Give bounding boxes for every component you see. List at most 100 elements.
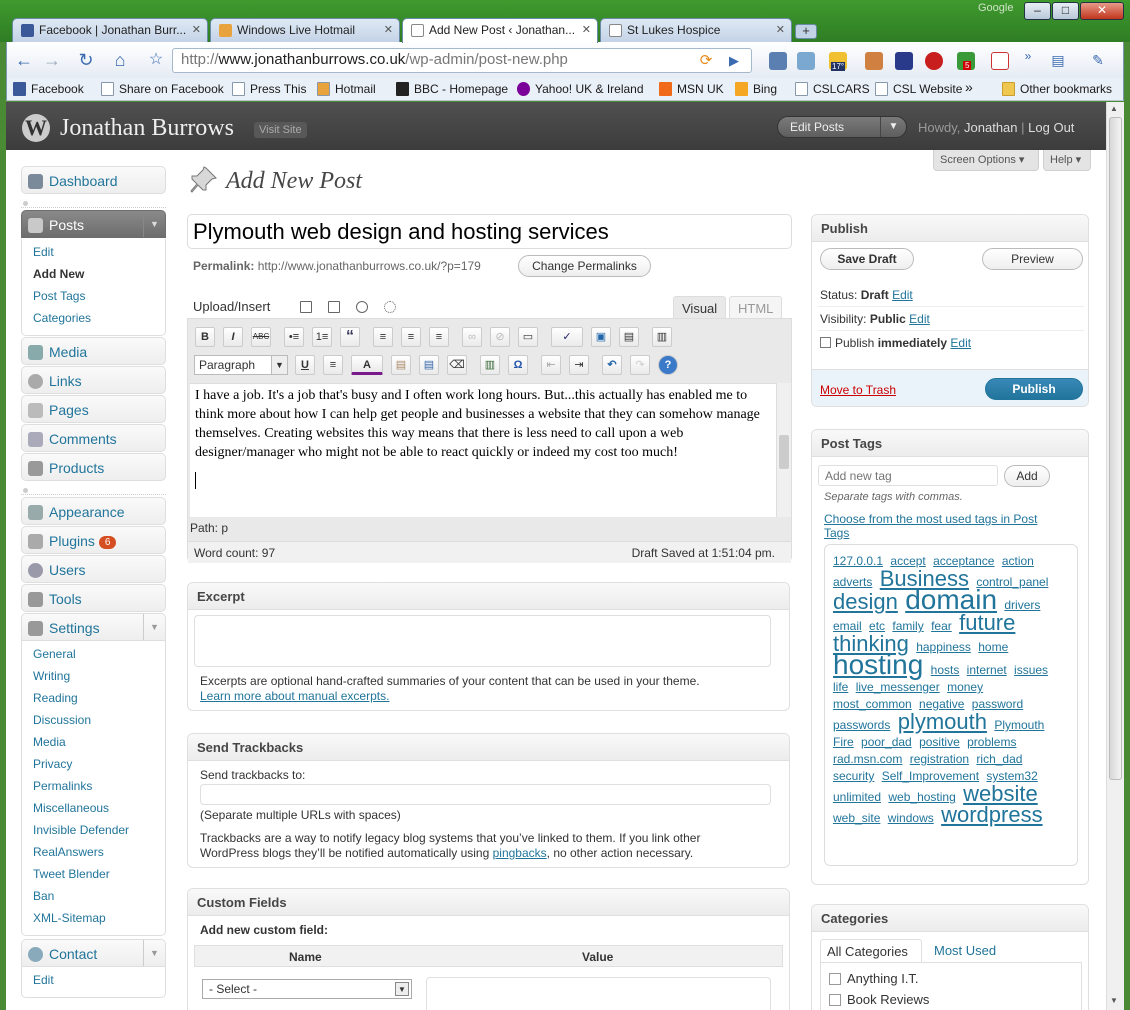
wrench-menu-icon[interactable]: ✎ [1087, 50, 1109, 72]
site-name[interactable]: Jonathan Burrows [60, 115, 234, 142]
tag-cloud-link[interactable]: problems [967, 735, 1016, 749]
tag-cloud-link[interactable]: wordpress [941, 802, 1042, 827]
numbered-list-button[interactable]: 1≡ [312, 327, 332, 347]
submenu-writing[interactable]: Writing [22, 667, 165, 689]
custom-fields-box-title[interactable]: Custom Fields [188, 889, 789, 916]
close-tab-icon[interactable]: ✕ [776, 23, 785, 36]
bold-button[interactable]: B [195, 327, 215, 347]
tag-cloud-link[interactable]: positive [919, 735, 960, 749]
tag-cloud-link[interactable]: future [959, 610, 1015, 635]
submenu-edit[interactable]: Edit [22, 243, 165, 265]
choose-most-used-tags-link[interactable]: Choose from the most used tags in Post Ta… [824, 512, 1037, 540]
new-tab-button[interactable]: + [795, 24, 817, 39]
tab-hotmail[interactable]: Windows Live Hotmail ✕ [210, 18, 400, 42]
submenu-add-new[interactable]: Add New [22, 265, 165, 287]
special-character-button[interactable]: Ω [508, 355, 528, 375]
trackbacks-input[interactable] [200, 784, 771, 805]
excerpt-learn-more-link[interactable]: Learn more about manual excerpts. [200, 689, 389, 703]
insert-table-button[interactable]: ▥ [652, 327, 672, 347]
chevron-down-icon[interactable]: ▼ [143, 940, 165, 966]
tag-cloud-link[interactable]: plymouth [898, 709, 987, 734]
outdent-button[interactable]: ⇤ [541, 355, 561, 375]
close-tab-icon[interactable]: ✕ [384, 23, 393, 36]
post-title-input[interactable]: Plymouth web design and hosting services [187, 214, 792, 249]
more-extensions-icon[interactable]: » [1017, 46, 1039, 68]
menu-media[interactable]: Media [21, 337, 166, 365]
address-bar[interactable]: http://www.jonathanburrows.co.uk/wp-admi… [172, 48, 752, 73]
extension-icon[interactable] [895, 52, 913, 70]
kitchen-sink-button[interactable]: ▤ [619, 327, 639, 347]
editor-scrollbar[interactable] [776, 383, 791, 517]
add-video-icon[interactable] [328, 301, 340, 313]
menu-users[interactable]: Users [21, 555, 166, 583]
tag-cloud-link[interactable]: action [1002, 554, 1034, 568]
add-image-icon[interactable] [300, 301, 312, 313]
menu-appearance[interactable]: Appearance [21, 497, 166, 525]
insert-link-button[interactable]: ∞ [462, 327, 482, 347]
tag-cloud-link[interactable]: happiness [916, 640, 971, 654]
paste-text-button[interactable]: ▤ [391, 355, 411, 375]
edit-status-link[interactable]: Edit [892, 288, 913, 302]
extension-screen-icon[interactable] [797, 52, 815, 70]
menu-contact[interactable]: Contact ▼ [21, 939, 166, 967]
submenu-privacy[interactable]: Privacy [22, 755, 165, 777]
menu-dashboard[interactable]: Dashboard [21, 166, 166, 194]
tag-cloud-link[interactable]: adverts [833, 575, 872, 589]
tag-cloud-link[interactable]: unlimited [833, 790, 881, 804]
unlink-button[interactable]: ⊘ [490, 327, 510, 347]
extension-page-icon[interactable] [769, 52, 787, 70]
post-tags-box-title[interactable]: Post Tags [812, 430, 1088, 457]
submenu-categories[interactable]: Categories [22, 309, 165, 331]
tab-all-categories[interactable]: All Categories [820, 939, 922, 963]
excerpt-textarea[interactable] [194, 615, 771, 667]
checkbox[interactable] [829, 973, 841, 985]
page-menu-icon[interactable]: ▤ [1047, 50, 1069, 72]
bookmark-cslcars[interactable]: CSLCARS [795, 82, 870, 96]
fullscreen-button[interactable]: ▣ [591, 327, 611, 347]
tag-cloud-link[interactable]: windows [888, 811, 934, 825]
bookmark-press-this[interactable]: Press This [232, 82, 306, 96]
submenu-post-tags[interactable]: Post Tags [22, 287, 165, 309]
gmail-icon[interactable] [991, 52, 1009, 70]
move-to-trash-link[interactable]: Move to Trash [820, 383, 896, 397]
bookmark-facebook[interactable]: Facebook [13, 82, 84, 96]
tag-cloud-link[interactable]: live_messenger [856, 680, 940, 694]
close-window-button[interactable]: ✕ [1080, 2, 1124, 20]
menu-comments[interactable]: Comments [21, 424, 166, 452]
favorite-actions-dropdown[interactable]: Edit Posts ▼ [777, 116, 907, 138]
tag-cloud-link[interactable]: design [833, 589, 898, 614]
bookmark-yahoo[interactable]: Yahoo! UK & Ireland [517, 82, 644, 96]
submenu-invisible-defender[interactable]: Invisible Defender [22, 821, 165, 843]
custom-field-select[interactable]: - Select - ▼ [202, 979, 412, 999]
tab-st-lukes[interactable]: St Lukes Hospice ✕ [600, 18, 792, 42]
spellcheck-button[interactable]: ✓ [551, 327, 583, 347]
tag-cloud-link[interactable]: fear [931, 619, 952, 633]
submenu-media[interactable]: Media [22, 733, 165, 755]
paste-word-button[interactable]: ▤ [419, 355, 439, 375]
tag-cloud-link[interactable]: life [833, 680, 848, 694]
tab-add-new-post[interactable]: Add New Post ‹ Jonathan... ✕ [402, 18, 598, 43]
menu-links[interactable]: Links [21, 366, 166, 394]
tag-cloud-link[interactable]: web_site [833, 811, 880, 825]
menu-posts[interactable]: Posts ▼ [21, 210, 166, 238]
page-scrollbar[interactable]: ▲ ▼ [1106, 102, 1124, 1010]
add-audio-icon[interactable] [356, 301, 368, 313]
insert-media-button[interactable]: ▥ [480, 355, 500, 375]
editor-content-area[interactable]: I have a job. It's a job that's busy and… [190, 383, 790, 517]
pingbacks-link[interactable]: pingbacks [493, 846, 547, 860]
italic-button[interactable]: I [223, 327, 243, 347]
tag-cloud-link[interactable]: hosting [833, 649, 923, 680]
bookmark-bing[interactable]: Bing [735, 82, 777, 96]
blockquote-button[interactable]: “ [340, 327, 360, 347]
align-left-button[interactable]: ≡ [373, 327, 393, 347]
custom-field-value-input[interactable] [426, 977, 771, 1010]
logout-link[interactable]: Log Out [1028, 120, 1074, 135]
star-bookmark-icon[interactable]: ☆ [145, 50, 167, 72]
tag-cloud-link[interactable]: registration [910, 752, 969, 766]
edit-visibility-link[interactable]: Edit [909, 312, 930, 326]
insert-more-button[interactable]: ▭ [518, 327, 538, 347]
back-button[interactable]: ← [13, 50, 35, 72]
category-item[interactable]: Anything I.T. [829, 971, 919, 986]
extension-icon[interactable] [925, 52, 943, 70]
save-draft-button[interactable]: Save Draft [820, 248, 914, 270]
